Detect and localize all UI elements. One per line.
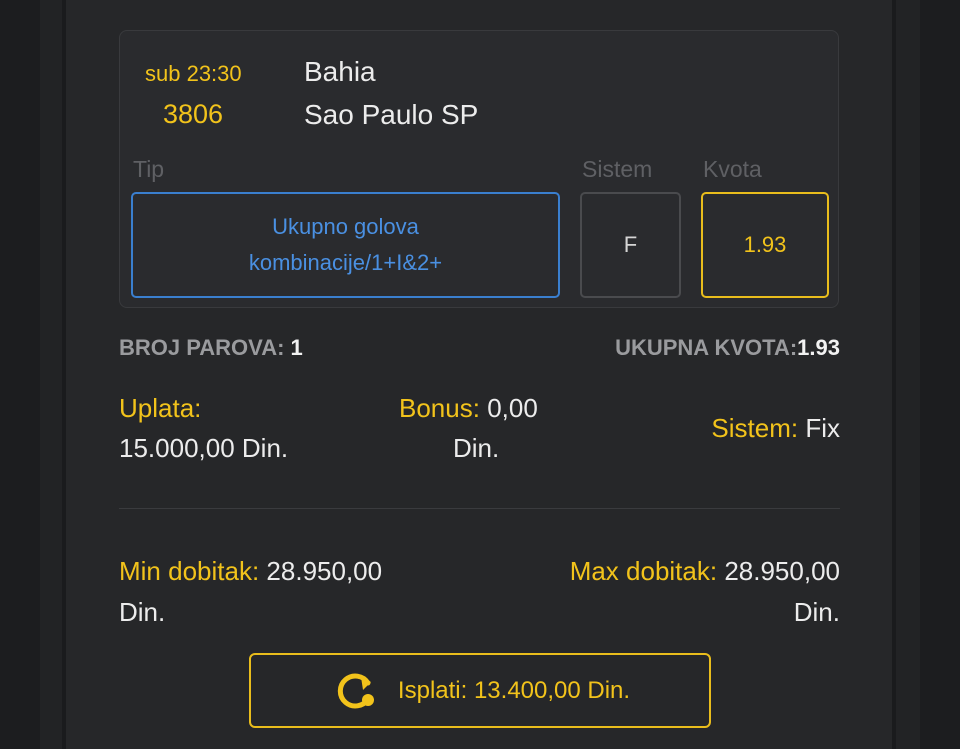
min-winnings-currency: Din.: [119, 597, 166, 627]
pairs-value: 1: [290, 335, 303, 360]
panel-right-edge: [892, 0, 896, 749]
right-side-stripe: [920, 0, 960, 749]
max-winnings-label: Max dobitak:: [569, 556, 718, 586]
total-odds-value: 1.93: [797, 335, 840, 360]
payment-label: Uplata:: [119, 393, 202, 423]
tip-line-1: Ukupno golova: [272, 214, 419, 239]
match-code: 3806: [163, 99, 224, 129]
panel-left-edge: [62, 0, 66, 749]
cashout-button[interactable]: Isplati: 13.400,00 Din.: [249, 653, 711, 728]
home-team: Bahia: [304, 56, 376, 87]
min-winnings-value: 28.950,00: [266, 556, 383, 586]
system-column-label: Sistem: [582, 156, 653, 182]
cashout-refresh-icon: [330, 671, 384, 711]
bonus-value: 0,00: [487, 393, 538, 423]
pairs-label: BROJ PAROVA:: [119, 335, 285, 360]
max-winnings-currency: Din.: [793, 597, 840, 627]
odds-column-label: Kvota: [703, 156, 762, 182]
away-team: Sao Paulo SP: [304, 99, 479, 130]
system-type-label: Sistem:: [711, 413, 799, 443]
tip-line-2: kombinacije/1+I&2+: [248, 250, 443, 275]
min-winnings: Min dobitak: 28.950,00: [119, 556, 382, 587]
system-type: Sistem: Fix: [711, 413, 840, 444]
max-winnings: Max dobitak: 28.950,00: [570, 556, 840, 587]
match-time: sub 23:30: [145, 61, 242, 86]
system-type-value: Fix: [805, 413, 840, 443]
bonus-line: Bonus: 0,00: [399, 393, 538, 424]
bonus-currency: Din.: [453, 433, 500, 463]
payment-value: 15.000,00 Din.: [119, 433, 289, 463]
cashout-label: Isplati: 13.400,00 Din.: [397, 676, 631, 704]
tip-selection-button[interactable]: Ukupno golova kombinacije/1+I&2+: [131, 192, 560, 298]
pairs-count: BROJ PAROVA: 1: [119, 335, 303, 361]
total-odds: UKUPNA KVOTA:1.93: [615, 335, 840, 361]
bonus-label: Bonus:: [399, 393, 480, 423]
total-odds-label: UKUPNA KVOTA:: [615, 335, 798, 360]
system-selection-button[interactable]: F: [580, 192, 681, 298]
odds-value: 1.93: [743, 232, 787, 257]
system-value: F: [623, 232, 638, 257]
left-side-stripe: [0, 0, 40, 749]
tip-column-label: Tip: [133, 156, 165, 182]
odds-selection-button[interactable]: 1.93: [701, 192, 829, 298]
divider: [119, 508, 840, 509]
min-winnings-label: Min dobitak:: [119, 556, 260, 586]
max-winnings-value: 28.950,00: [724, 556, 840, 586]
